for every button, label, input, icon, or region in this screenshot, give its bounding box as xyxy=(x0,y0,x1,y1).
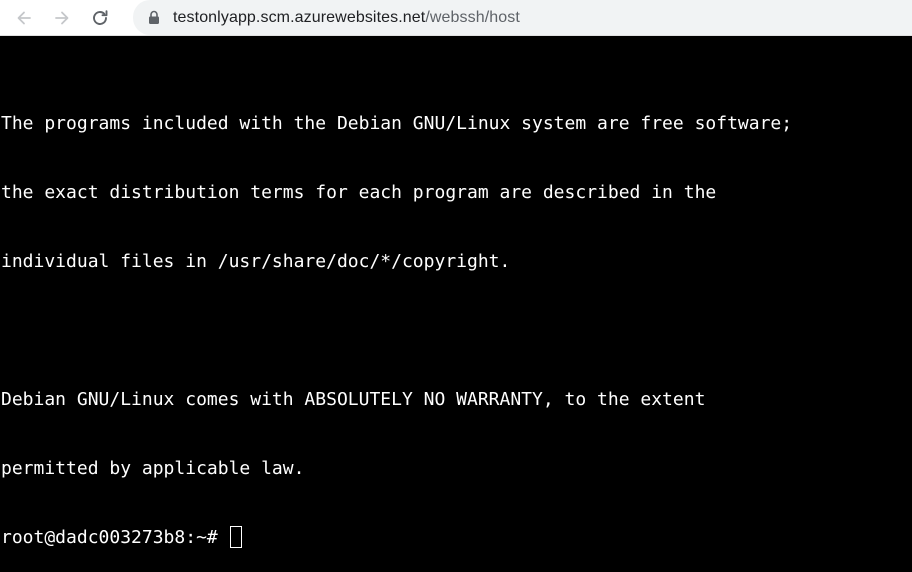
url-host: testonlyapp.scm.azurewebsites.net xyxy=(173,8,426,26)
url-path: /webssh/host xyxy=(425,8,520,26)
back-arrow-icon xyxy=(17,11,31,24)
browser-toolbar: testonlyapp.scm.azurewebsites.net/webssh… xyxy=(0,0,912,36)
forward-button[interactable] xyxy=(48,4,76,32)
address-bar[interactable]: testonlyapp.scm.azurewebsites.net/webssh… xyxy=(133,0,912,35)
reload-icon xyxy=(93,9,108,25)
forward-arrow-icon xyxy=(55,11,69,24)
terminal-line: permitted by applicable law. xyxy=(1,458,305,479)
terminal-prompt-line[interactable]: root@dadc003273b8:~# xyxy=(0,526,912,549)
terminal-line: Debian GNU/Linux comes with ABSOLUTELY N… xyxy=(1,389,706,410)
url-text[interactable]: testonlyapp.scm.azurewebsites.net/webssh… xyxy=(173,9,520,27)
terminal-cursor xyxy=(229,526,242,548)
terminal-line: individual files in /usr/share/doc/*/cop… xyxy=(1,251,511,272)
terminal-line: the exact distribution terms for each pr… xyxy=(1,182,717,203)
ssh-terminal[interactable]: The programs included with the Debian GN… xyxy=(0,40,912,548)
back-button[interactable] xyxy=(10,4,38,32)
shell-prompt: root@dadc003273b8:~# xyxy=(1,527,229,548)
reload-button[interactable] xyxy=(86,4,114,32)
lock-icon[interactable] xyxy=(147,10,161,26)
terminal-line: The programs included with the Debian GN… xyxy=(1,113,793,134)
